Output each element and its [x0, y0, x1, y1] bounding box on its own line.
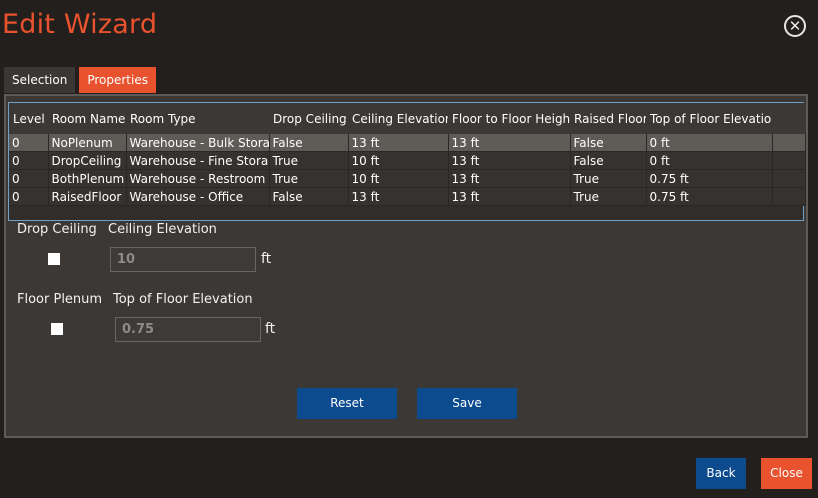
cell-room-type[interactable]: Warehouse - Fine Storage: [126, 151, 270, 170]
cell-raised-floor[interactable]: True: [570, 169, 647, 188]
tab-properties[interactable]: Properties: [79, 67, 156, 93]
column-header-top-floor-elevation[interactable]: Top of Floor Elevation: [646, 103, 772, 134]
reset-button[interactable]: Reset: [297, 388, 397, 419]
cell-raised-floor[interactable]: True: [570, 187, 647, 206]
cell-spacer: [772, 169, 806, 188]
cell-top-floor-elevation[interactable]: 0 ft: [646, 151, 773, 170]
cell-spacer: [772, 187, 806, 206]
column-header-room-name[interactable]: Room Name: [48, 103, 126, 134]
close-glyph: ✕: [788, 16, 802, 35]
cell-room-type[interactable]: Warehouse - Restroom: [126, 169, 270, 188]
cell-drop-ceiling[interactable]: True: [269, 169, 349, 188]
floor-plenum-checkbox[interactable]: [51, 323, 63, 335]
close-button[interactable]: Close: [761, 458, 812, 489]
rooms-grid[interactable]: Level Room Name Room Type Drop Ceiling C…: [8, 102, 806, 221]
column-header-raised-floor[interactable]: Raised Floor: [570, 103, 646, 134]
grid-header: Level Room Name Room Type Drop Ceiling C…: [9, 103, 805, 134]
ceiling-elevation-unit: ft: [261, 251, 272, 267]
ceiling-elevation-input[interactable]: 10: [110, 247, 256, 272]
cell-ceiling-elevation[interactable]: 13 ft: [348, 187, 449, 206]
cell-floor-to-floor[interactable]: 13 ft: [448, 134, 571, 152]
tab-bar: Selection Properties: [4, 67, 156, 93]
cell-ceiling-elevation[interactable]: 10 ft: [348, 169, 449, 188]
save-button[interactable]: Save: [417, 388, 517, 419]
floor-plenum-label: Floor Plenum: [17, 292, 103, 307]
cell-floor-to-floor[interactable]: 13 ft: [448, 151, 571, 170]
column-header-spacer: [772, 103, 805, 134]
table-row[interactable]: 0 NoPlenum Warehouse - Bulk Storage Fals…: [9, 134, 806, 152]
top-floor-elevation-unit: ft: [265, 321, 276, 337]
cell-floor-to-floor[interactable]: 13 ft: [448, 187, 571, 206]
cell-drop-ceiling[interactable]: True: [269, 151, 349, 170]
cell-raised-floor[interactable]: False: [570, 134, 647, 152]
column-header-floor-to-floor[interactable]: Floor to Floor Height: [448, 103, 570, 134]
ceiling-elevation-label: Ceiling Elevation: [108, 222, 217, 237]
column-header-level[interactable]: Level: [9, 103, 48, 134]
cell-level[interactable]: 0: [9, 169, 49, 188]
column-header-ceiling-elevation[interactable]: Ceiling Elevation: [348, 103, 448, 134]
column-header-room-type[interactable]: Room Type: [126, 103, 269, 134]
drop-ceiling-label: Drop Ceiling: [17, 222, 97, 237]
cell-top-floor-elevation[interactable]: 0 ft: [646, 134, 773, 152]
cell-drop-ceiling[interactable]: False: [269, 187, 349, 206]
cell-room-name[interactable]: RaisedFloor: [48, 187, 127, 206]
table-row[interactable]: 0 RaisedFloor Warehouse - Office False 1…: [9, 187, 806, 206]
column-header-drop-ceiling[interactable]: Drop Ceiling: [269, 103, 348, 134]
cell-level[interactable]: 0: [9, 187, 49, 206]
cell-spacer: [772, 134, 806, 152]
top-floor-elevation-input[interactable]: 0.75: [115, 317, 261, 342]
cell-top-floor-elevation[interactable]: 0.75 ft: [646, 187, 773, 206]
cell-ceiling-elevation[interactable]: 13 ft: [348, 134, 449, 152]
tab-selection[interactable]: Selection: [4, 67, 76, 93]
grid-empty-area: [9, 206, 803, 220]
window-title: Edit Wizard: [2, 9, 158, 40]
cell-drop-ceiling[interactable]: False: [269, 134, 349, 152]
back-button[interactable]: Back: [696, 458, 746, 489]
cell-room-name[interactable]: BothPlenum: [48, 169, 127, 188]
cell-room-name[interactable]: NoPlenum: [48, 134, 127, 152]
drop-ceiling-checkbox[interactable]: [48, 253, 60, 265]
cell-spacer: [772, 151, 806, 170]
close-icon[interactable]: ✕: [784, 15, 806, 37]
properties-panel: Level Room Name Room Type Drop Ceiling C…: [4, 94, 808, 438]
cell-room-type[interactable]: Warehouse - Office: [126, 187, 270, 206]
cell-raised-floor[interactable]: False: [570, 151, 647, 170]
cell-top-floor-elevation[interactable]: 0.75 ft: [646, 169, 773, 188]
table-row[interactable]: 0 DropCeiling Warehouse - Fine Storage T…: [9, 151, 806, 170]
top-floor-elevation-label: Top of Floor Elevation: [113, 292, 253, 307]
cell-floor-to-floor[interactable]: 13 ft: [448, 169, 571, 188]
cell-ceiling-elevation[interactable]: 10 ft: [348, 151, 449, 170]
cell-room-name[interactable]: DropCeiling: [48, 151, 127, 170]
table-row[interactable]: 0 BothPlenum Warehouse - Restroom True 1…: [9, 169, 806, 188]
cell-level[interactable]: 0: [9, 134, 49, 152]
cell-level[interactable]: 0: [9, 151, 49, 170]
cell-room-type[interactable]: Warehouse - Bulk Storage: [126, 134, 270, 152]
